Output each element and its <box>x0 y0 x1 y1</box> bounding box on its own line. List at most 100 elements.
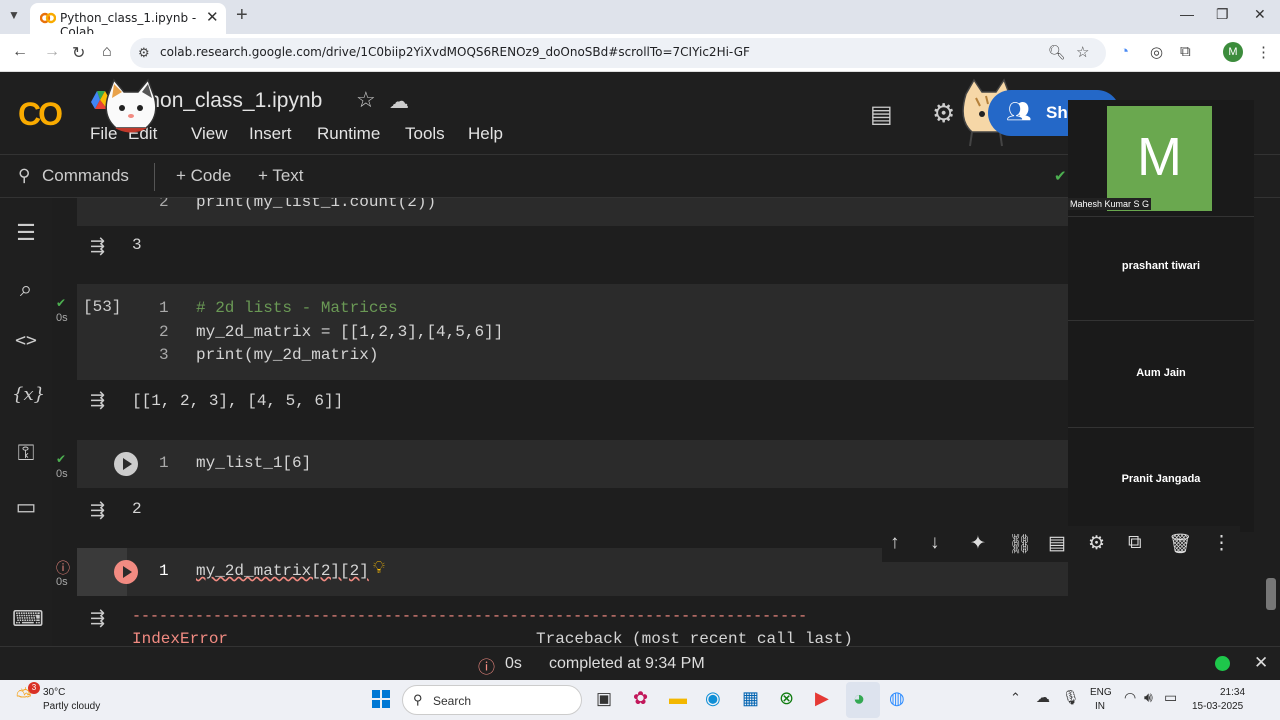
file-explorer-icon[interactable]: ▬ <box>669 688 687 709</box>
move-down-icon[interactable]: ↓ <box>930 532 940 554</box>
xbox-icon[interactable]: ⊗ <box>779 688 794 709</box>
zoom-icon[interactable]: 🔍︎ <box>1048 44 1066 61</box>
windows-start-icon[interactable] <box>372 690 390 708</box>
volume-icon[interactable]: 🔊︎ <box>1144 689 1153 706</box>
reload-icon[interactable]: ↻ <box>72 43 85 63</box>
maximize-icon[interactable]: ❐ <box>1216 6 1229 23</box>
profile-avatar[interactable]: M <box>1223 42 1243 62</box>
home-icon[interactable]: ⌂ <box>102 43 112 61</box>
close-tab-icon[interactable]: ✕ <box>206 8 219 26</box>
site-info-icon[interactable]: ⚙ <box>138 45 150 61</box>
zoom-app-icon[interactable]: ◍ <box>889 688 905 709</box>
exec-time: 0s <box>56 312 68 324</box>
status-bar: ⓘ 0s completed at 9:34 PM ✕ <box>0 646 1280 680</box>
tab-list-chevron-icon[interactable]: ▼ <box>8 8 20 22</box>
cloud-saved-icon: ☁ <box>389 91 409 113</box>
menu-view[interactable]: View <box>191 124 228 144</box>
exec-time: 0s <box>56 576 68 588</box>
back-icon[interactable]: ← <box>12 43 28 61</box>
tray-overflow-icon[interactable]: ⌃ <box>1010 690 1021 706</box>
store-icon[interactable]: ▦ <box>742 688 759 709</box>
cell-settings-icon[interactable]: ⚙ <box>1088 532 1105 555</box>
code-cell[interactable]: [53] 1 # 2d lists - Matrices 2 my_2d_mat… <box>77 284 1068 380</box>
variables-icon[interactable]: {x} <box>12 384 45 405</box>
code-cell[interactable]: 1 my_list_1[6] <box>77 440 1068 488</box>
language-primary[interactable]: ENG <box>1090 687 1112 698</box>
run-cell-button[interactable] <box>114 560 138 584</box>
weather-badge: 3 <box>28 682 40 694</box>
add-text-button[interactable]: + Text <box>258 166 304 186</box>
microphone-icon[interactable]: 🎙︎ <box>1062 689 1080 706</box>
error-name: IndexError <box>132 630 229 646</box>
wifi-icon[interactable]: ◠ <box>1124 689 1136 706</box>
code-snippets-icon[interactable]: <> <box>12 330 40 351</box>
taskbar-search-box[interactable]: ⚲ Search <box>402 685 582 715</box>
star-icon[interactable]: ☆ <box>356 87 376 113</box>
mirror-cell-icon[interactable]: ⧉ <box>1128 532 1142 554</box>
comment-icon[interactable]: ▤ <box>1048 532 1066 555</box>
edge-browser-icon[interactable]: ◉ <box>705 688 721 709</box>
move-up-icon[interactable]: ↑ <box>890 532 900 554</box>
bookmark-star-icon[interactable]: ☆ <box>1076 43 1089 61</box>
code-comment-line[interactable]: # 2d lists - Matrices <box>196 299 398 317</box>
run-cell-button[interactable] <box>114 452 138 476</box>
link-icon[interactable]: ⛓ <box>1008 532 1032 556</box>
menu-runtime[interactable]: Runtime <box>317 124 380 144</box>
output-toggle-icon[interactable]: ⇶ <box>90 236 105 257</box>
new-tab-icon[interactable]: + <box>236 4 248 27</box>
terminal-icon[interactable]: ⌨ <box>12 606 44 632</box>
output-toggle-icon[interactable]: ⇶ <box>90 390 105 411</box>
participant-name: prashant tiwari <box>1121 260 1201 272</box>
menu-insert[interactable]: Insert <box>249 124 292 144</box>
extension-circle-icon[interactable]: ◎ <box>1150 43 1163 61</box>
lightbulb-icon[interactable]: 💡︎ <box>373 558 385 578</box>
cloud-tray-icon[interactable]: ☁ <box>1036 689 1050 706</box>
toolbar-divider <box>154 163 155 191</box>
colab-logo[interactable]: CO <box>18 96 63 133</box>
delete-icon[interactable]: 🗑︎ <box>1168 532 1192 556</box>
commands-search-icon[interactable]: ⚲ <box>18 166 30 186</box>
add-code-button[interactable]: + Code <box>176 166 231 186</box>
browser-menu-icon[interactable]: ⋮ <box>1256 43 1271 61</box>
menu-help[interactable]: Help <box>468 124 503 144</box>
code-line[interactable]: my_2d_matrix = [[1,2,3],[4,5,6]] <box>196 323 503 341</box>
code-line[interactable]: print(my_list_1.count(2)) <box>196 198 436 211</box>
find-replace-icon[interactable]: ⌕ <box>12 276 40 302</box>
clock-time[interactable]: 21:34 <box>1220 687 1245 698</box>
notebook-scrollbar-thumb[interactable] <box>1266 578 1276 610</box>
sparkle-icon[interactable]: ✦ <box>970 532 986 555</box>
task-view-icon[interactable]: ▣ <box>596 689 612 709</box>
code-cell[interactable]: 2 print(my_list_1.count(2)) <box>77 198 1068 226</box>
youtube-icon[interactable]: ▶ <box>815 688 829 709</box>
weather-temp[interactable]: 30°C <box>43 687 65 698</box>
extension-icon[interactable]: ◔ <box>1120 43 1129 60</box>
chrome-taskbar-active[interactable]: ◕ <box>846 682 880 718</box>
address-bar[interactable]: ⚙ colab.research.google.com/drive/1C0bii… <box>130 38 1106 68</box>
line-number: 1 <box>159 299 169 317</box>
files-folder-icon[interactable]: ▭ <box>12 494 40 520</box>
chevron-down-icon[interactable]: ✔ <box>1054 167 1067 185</box>
output-toggle-icon[interactable]: ⇶ <box>90 608 105 629</box>
more-options-icon[interactable]: ⋮ <box>1212 532 1231 555</box>
close-status-icon[interactable]: ✕ <box>1254 653 1268 673</box>
settings-gear-icon[interactable]: ⚙ <box>932 98 955 129</box>
output-toggle-icon[interactable]: ⇶ <box>90 500 105 521</box>
minimize-icon[interactable]: — <box>1180 6 1194 22</box>
participant-initial: M <box>1137 127 1182 187</box>
forward-icon[interactable]: → <box>44 43 60 61</box>
browser-tab-active[interactable]: Python_class_1.ipynb - Colab ✕ <box>30 3 226 39</box>
window-close-icon[interactable]: ✕ <box>1254 6 1266 23</box>
secrets-key-icon[interactable]: ⚿ <box>12 440 40 466</box>
code-line[interactable]: my_2d_matrix[2][2] <box>196 562 369 580</box>
battery-icon[interactable]: ▭ <box>1164 689 1177 706</box>
comment-icon[interactable]: ▤ <box>870 100 893 129</box>
copilot-icon[interactable]: ✿ <box>633 688 648 709</box>
menu-tools[interactable]: Tools <box>405 124 445 144</box>
table-of-contents-icon[interactable]: ☰ <box>12 220 40 246</box>
commands-button[interactable]: Commands <box>42 166 129 186</box>
code-line[interactable]: print(my_2d_matrix) <box>196 346 378 364</box>
extensions-puzzle-icon[interactable]: ⧉ <box>1180 43 1191 60</box>
code-line[interactable]: my_list_1[6] <box>196 454 311 472</box>
success-check-icon: ✔ <box>56 452 67 466</box>
status-completed[interactable]: completed at 9:34 PM <box>549 655 705 673</box>
